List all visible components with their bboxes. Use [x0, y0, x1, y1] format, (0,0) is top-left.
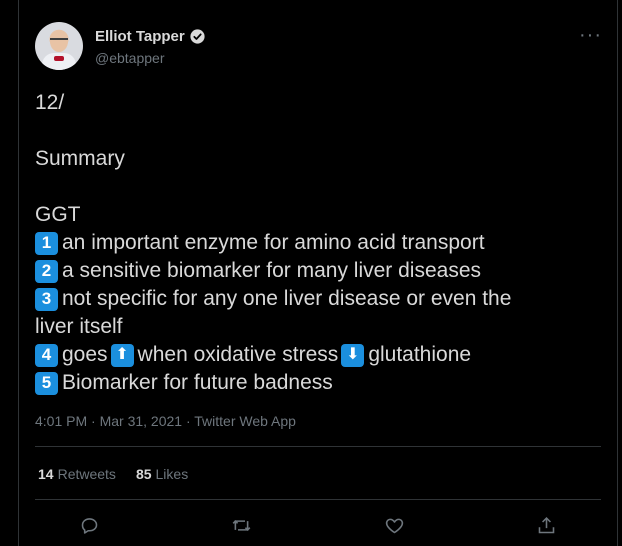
keycap-five-icon: 5	[35, 371, 58, 395]
divider	[35, 499, 601, 500]
down-arrow-icon: ⬇	[341, 343, 365, 367]
list-item-text: when oxidative stress	[137, 343, 339, 366]
share-icon	[539, 516, 555, 533]
retweets-stat[interactable]: 14 Retweets	[38, 466, 116, 482]
retweets-label: Retweets	[57, 466, 116, 482]
action-bar	[70, 508, 566, 542]
list-item-text: a sensitive biomarker for many liver dis…	[62, 259, 481, 282]
divider	[35, 446, 601, 447]
retweets-count: 14	[38, 466, 54, 482]
tweet-text: 12/ Summary GGT 1 an important enzyme fo…	[35, 89, 595, 397]
more-icon[interactable]: ···	[579, 24, 602, 47]
share-button[interactable]	[528, 508, 566, 542]
name-row: Elliot Tapper	[95, 28, 206, 45]
tweet-line: GGT	[35, 203, 81, 226]
tweet-stats: 14 Retweets 85 Likes	[38, 466, 188, 482]
tweet-timestamp[interactable]: 4:01 PM · Mar 31, 2021 · Twitter Web App	[35, 413, 296, 429]
like-icon	[385, 518, 403, 533]
list-item-text: glutathione	[368, 343, 472, 366]
up-arrow-icon: ⬆	[110, 343, 134, 367]
keycap-one-icon: 1	[35, 231, 58, 255]
list-item: 1 an important enzyme for amino acid tra…	[35, 229, 595, 257]
keycap-three-icon: 3	[35, 287, 58, 311]
tweet-line: Summary	[35, 147, 125, 170]
list-item-text: goes	[62, 343, 108, 366]
frame-left-border	[18, 0, 19, 546]
tweet-header: Elliot Tapper @ebtapper ···	[35, 22, 602, 72]
likes-label: Likes	[155, 466, 189, 482]
display-name[interactable]: Elliot Tapper	[95, 28, 185, 45]
list-item: 2 a sensitive biomarker for many liver d…	[35, 257, 595, 285]
reply-button[interactable]	[70, 508, 108, 542]
retweet-icon	[232, 519, 251, 531]
list-item: 5 Biomarker for future badness	[35, 369, 595, 397]
list-item-text: liver itself	[35, 315, 123, 338]
keycap-two-icon: 2	[35, 259, 58, 283]
likes-stat[interactable]: 85 Likes	[136, 466, 188, 482]
list-item: 4 goes ⬆ when oxidative stress ⬇ glutath…	[35, 341, 595, 369]
list-item-continued: liver itself	[35, 313, 595, 341]
user-handle[interactable]: @ebtapper	[95, 50, 164, 66]
like-button[interactable]	[375, 508, 413, 542]
list-item-text: an important enzyme for amino acid trans…	[62, 231, 485, 254]
tweet-line: 12/	[35, 91, 65, 114]
list-item-text: Biomarker for future badness	[62, 371, 333, 394]
avatar-glasses	[50, 38, 68, 44]
frame-right-border	[617, 0, 618, 546]
likes-count: 85	[135, 466, 152, 482]
list-item-text: not specific for any one liver disease o…	[62, 287, 512, 310]
list-item: 3 not specific for any one liver disease…	[35, 285, 595, 313]
avatar-bow-tie	[54, 56, 64, 61]
keycap-four-icon: 4	[35, 343, 58, 367]
avatar[interactable]	[35, 22, 83, 70]
retweet-button[interactable]	[223, 508, 261, 542]
verified-icon	[189, 28, 206, 45]
reply-icon	[81, 517, 97, 534]
